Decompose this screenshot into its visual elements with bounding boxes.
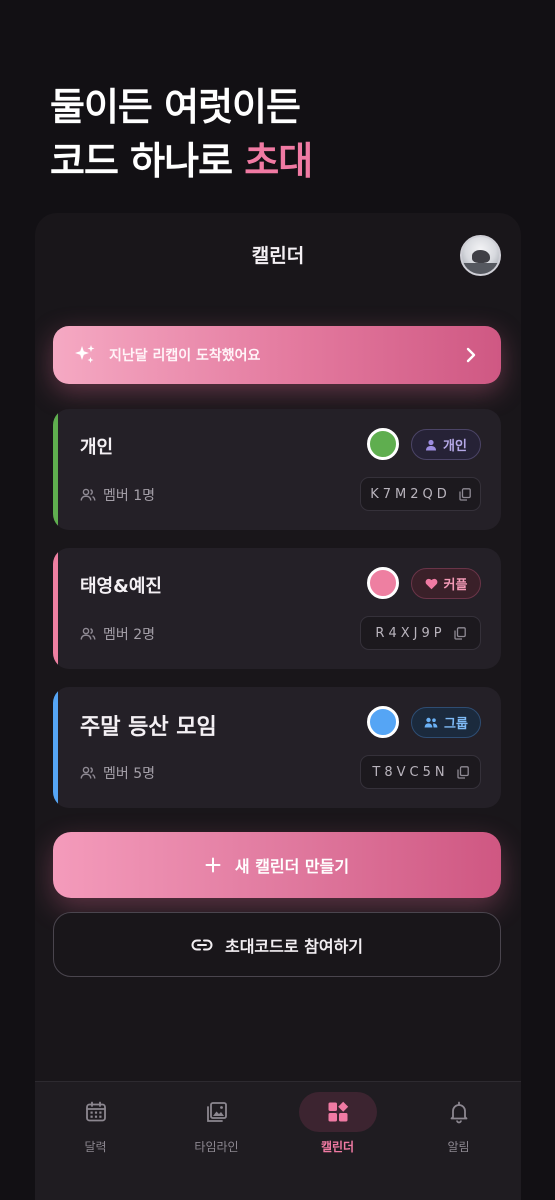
avatar[interactable] bbox=[460, 235, 501, 276]
plus-icon bbox=[205, 857, 221, 873]
color-swatch[interactable] bbox=[367, 706, 399, 738]
headline-line-2-prefix: 코드 하나로 bbox=[50, 139, 245, 183]
type-badge-label: 커플 bbox=[443, 578, 468, 593]
calendar-card-personal[interactable]: 개인 개인 멤버 1명 K7M2QD bbox=[53, 409, 501, 530]
people-icon bbox=[80, 488, 96, 501]
calendar-color-stripe bbox=[53, 548, 58, 669]
member-count: 멤버 2명 bbox=[80, 624, 155, 644]
promo-headline: 둘이든 여럿이든 코드 하나로 초대 bbox=[50, 80, 313, 188]
invite-code-copy[interactable]: K7M2QD bbox=[360, 477, 481, 511]
tab-calendars[interactable]: 캘린더 bbox=[277, 1082, 398, 1172]
headline-line-1: 둘이든 여럿이든 bbox=[50, 85, 301, 129]
copy-icon bbox=[456, 765, 469, 779]
type-badge: 개인 bbox=[411, 429, 481, 460]
calendar-name: 태영&예진 bbox=[80, 576, 162, 597]
sparkle-icon bbox=[75, 345, 95, 363]
tab-label: 달력 bbox=[84, 1140, 107, 1154]
banner-text: 지난달 리캡이 도착했어요 bbox=[109, 348, 261, 364]
tab-label: 타임라인 bbox=[194, 1140, 239, 1154]
headline-accent: 초대 bbox=[244, 139, 313, 183]
invite-code: K7M2QD bbox=[370, 486, 451, 502]
invite-code: T8VC5N bbox=[372, 764, 449, 780]
invite-code-copy[interactable]: T8VC5N bbox=[360, 755, 481, 789]
join-by-code-label: 초대코드로 참여하기 bbox=[224, 936, 364, 956]
calendar-card-couple[interactable]: 태영&예진 커플 멤버 2명 R4XJ9P bbox=[53, 548, 501, 669]
calendar-color-stripe bbox=[53, 687, 58, 808]
app-header: 캘린더 bbox=[35, 213, 521, 297]
member-count-label: 멤버 1명 bbox=[103, 488, 155, 504]
gallery-icon bbox=[206, 1102, 227, 1122]
type-badge-label: 개인 bbox=[443, 439, 467, 454]
recap-banner[interactable]: 지난달 리캡이 도착했어요 bbox=[53, 326, 501, 384]
member-count-label: 멤버 2명 bbox=[103, 627, 155, 643]
people-icon bbox=[80, 766, 96, 779]
avatar-ground bbox=[462, 263, 499, 274]
tab-label: 캘린더 bbox=[320, 1140, 355, 1154]
member-count-label: 멤버 5명 bbox=[103, 766, 155, 782]
calendar-name: 주말 등산 모임 bbox=[80, 715, 217, 740]
avatar-bird bbox=[472, 250, 490, 263]
people-icon bbox=[80, 627, 96, 640]
calendar-card-group[interactable]: 주말 등산 모임 그룹 멤버 5명 T8VC5N bbox=[53, 687, 501, 808]
tab-notifications[interactable]: 알림 bbox=[398, 1082, 519, 1172]
group-icon bbox=[424, 717, 438, 728]
chevron-right-icon bbox=[466, 347, 476, 363]
page-title: 캘린더 bbox=[251, 245, 305, 267]
copy-icon bbox=[459, 487, 471, 501]
link-icon bbox=[191, 939, 213, 950]
calendar-icon bbox=[85, 1101, 106, 1122]
calendar-name: 개인 bbox=[80, 437, 114, 458]
headline-line-2: 코드 하나로 초대 bbox=[50, 134, 313, 188]
bell-icon bbox=[450, 1101, 467, 1124]
color-swatch[interactable] bbox=[367, 567, 399, 599]
type-badge: 그룹 bbox=[411, 707, 481, 738]
member-count: 멤버 5명 bbox=[80, 763, 155, 783]
app-screen: 캘린더 지난달 리캡이 도착했어요 개인 개인 멤버 1명 K7M2QD 태영&… bbox=[35, 213, 521, 1200]
create-calendar-button[interactable]: 새 캘린더 만들기 bbox=[53, 832, 501, 898]
member-count: 멤버 1명 bbox=[80, 485, 155, 505]
create-calendar-label: 새 캘린더 만들기 bbox=[234, 857, 350, 876]
invite-code: R4XJ9P bbox=[375, 625, 446, 641]
copy-icon bbox=[453, 626, 466, 640]
join-by-code-button[interactable]: 초대코드로 참여하기 bbox=[53, 912, 501, 977]
tab-calendar[interactable]: 달력 bbox=[35, 1082, 156, 1172]
tab-label: 알림 bbox=[447, 1140, 470, 1154]
person-icon bbox=[426, 439, 437, 450]
type-badge: 커플 bbox=[411, 568, 481, 599]
type-badge-label: 그룹 bbox=[444, 717, 468, 732]
bottom-tab-bar: 달력 타임라인 캘린더 알림 bbox=[35, 1081, 521, 1200]
tab-timeline[interactable]: 타임라인 bbox=[156, 1082, 277, 1172]
grid-icon bbox=[328, 1101, 348, 1122]
calendar-color-stripe bbox=[53, 409, 58, 530]
heart-icon bbox=[425, 578, 437, 589]
invite-code-copy[interactable]: R4XJ9P bbox=[360, 616, 481, 650]
color-swatch[interactable] bbox=[367, 428, 399, 460]
